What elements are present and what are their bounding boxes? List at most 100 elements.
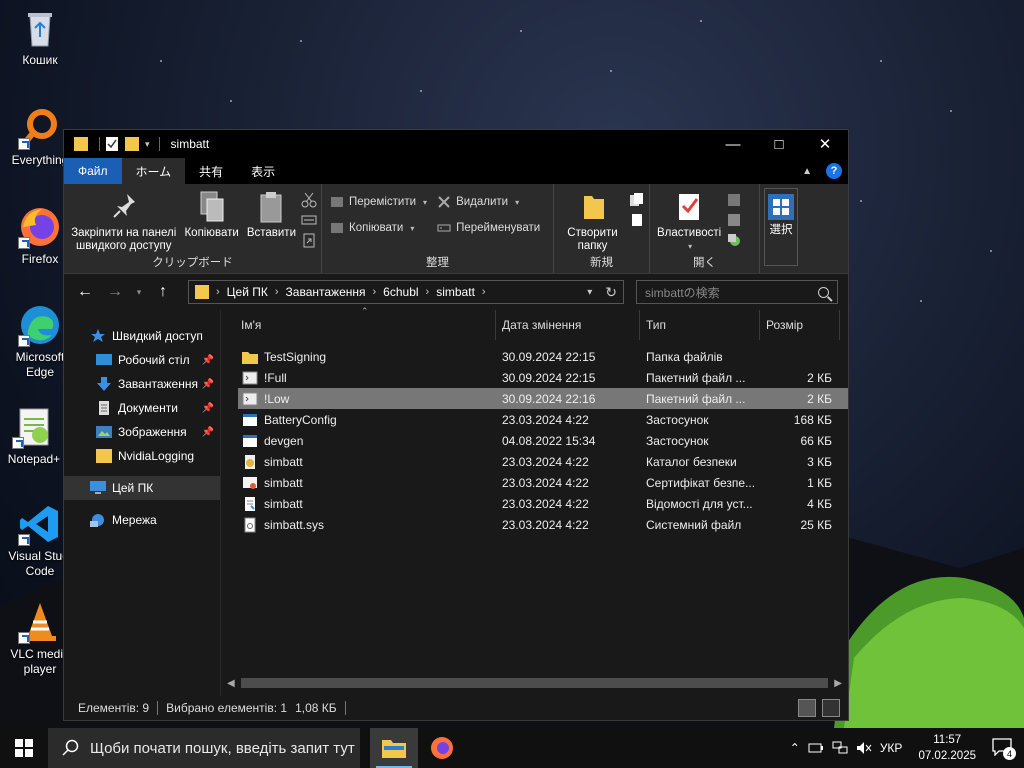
refresh-icon[interactable]: ↻ xyxy=(605,284,617,301)
address-dropdown-icon[interactable]: ▾ xyxy=(587,287,592,298)
table-row[interactable]: BatteryConfig 23.03.2024 4:22 Застосунок 16… xyxy=(238,409,848,430)
copy-button[interactable]: Копіювати xyxy=(181,188,241,242)
file-size: 3 КБ xyxy=(807,454,832,469)
breadcrumb-6chubl[interactable]: 6chubl xyxy=(383,285,418,299)
forward-button[interactable]: → xyxy=(104,283,126,301)
address-bar[interactable]: › Цей ПК › Завантаження › 6chubl › simbatt ›… xyxy=(188,280,624,304)
tab-view[interactable]: 表示 xyxy=(237,158,289,184)
file-name-cell: simbatt xyxy=(238,496,496,512)
explorer-body: Швидкий доступ Робочий стіл 📌 Завантажен… xyxy=(64,306,848,696)
move-to-button[interactable]: Перемістити ▾ xyxy=(330,192,427,212)
tab-file[interactable]: Файл xyxy=(64,158,122,184)
scroll-left-icon[interactable]: ◀ xyxy=(227,678,235,689)
table-row[interactable]: TestSigning 30.09.2024 22:15 Папка файлів xyxy=(238,346,848,367)
volume-muted-icon[interactable] xyxy=(856,741,872,755)
close-button[interactable]: ✕ xyxy=(802,130,848,158)
column-size[interactable]: Розмір xyxy=(760,310,840,340)
nav-network[interactable]: Мережа xyxy=(64,508,220,532)
nav-item-nvidialogging[interactable]: NvidiaLogging xyxy=(64,444,220,468)
nav-item-documents[interactable]: Документи 📌 xyxy=(64,396,220,420)
file-name-cell: !Low xyxy=(238,391,496,407)
copy-path-icon[interactable] xyxy=(301,212,317,228)
file-type: Пакетний файл ... xyxy=(646,370,746,385)
copy-to-button[interactable]: Копіювати ▾ xyxy=(330,218,427,238)
desktop-icon xyxy=(96,354,112,365)
edit-icon[interactable] xyxy=(726,212,742,228)
nav-item-pictures[interactable]: Зображення 📌 xyxy=(64,420,220,444)
tab-share[interactable]: 共有 xyxy=(185,158,237,184)
scroll-thumb[interactable] xyxy=(240,678,829,688)
taskbar-firefox[interactable] xyxy=(418,728,466,768)
breadcrumb-this-pc[interactable]: Цей ПК xyxy=(227,285,268,299)
table-row[interactable]: simbatt 23.03.2024 4:22 Каталог безпеки 3 К… xyxy=(238,451,848,472)
collapse-ribbon-icon[interactable]: ▲ xyxy=(802,166,812,177)
table-row[interactable]: devgen 04.08.2022 15:34 Застосунок 66 КБ xyxy=(238,430,848,451)
large-icons-view-button[interactable] xyxy=(822,699,840,717)
properties-button[interactable]: Властивості ▾ xyxy=(654,188,724,255)
show-hidden-icons[interactable]: ⌃ xyxy=(790,741,800,755)
table-row[interactable]: simbatt 23.03.2024 4:22 Відомості для уст.… xyxy=(238,493,848,514)
nav-quick-access-label: Швидкий доступ xyxy=(112,329,203,343)
file-name-cell: !Full xyxy=(238,370,496,386)
column-type[interactable]: Тип xyxy=(640,310,760,340)
select-button[interactable]: 選択 xyxy=(764,188,798,266)
quick-access-dropdown-icon[interactable]: ▾ xyxy=(145,139,150,150)
network-icon[interactable] xyxy=(832,741,848,755)
column-name[interactable]: Ім'я ⌃ xyxy=(221,306,496,340)
rename-button[interactable]: Перейменувати xyxy=(437,218,540,238)
paste-shortcut-icon[interactable] xyxy=(301,232,317,248)
pin-quick-access-button[interactable]: Закріпити на панелі швидкого доступу xyxy=(68,188,179,255)
nav-quick-access[interactable]: Швидкий доступ xyxy=(64,324,220,348)
minimize-button[interactable]: — xyxy=(710,130,756,158)
new-folder-button[interactable]: Створити папку xyxy=(558,188,627,255)
file-type: Каталог безпеки xyxy=(646,454,737,469)
up-button[interactable]: ↑ xyxy=(152,283,174,301)
table-row[interactable]: simbatt.sys 23.03.2024 4:22 Системний файл… xyxy=(238,514,848,535)
status-selected-size: 1,08 КБ xyxy=(295,701,337,715)
breadcrumb-simbatt[interactable]: simbatt xyxy=(436,285,475,299)
history-icon[interactable] xyxy=(726,232,742,248)
table-row[interactable]: !Low 30.09.2024 22:16 Пакетний файл ... 2 К… xyxy=(238,388,848,409)
battery-icon[interactable] xyxy=(808,741,824,755)
search-input[interactable]: simbattの検索 xyxy=(636,280,838,304)
cut-icon[interactable] xyxy=(301,192,317,208)
table-row[interactable]: !Full 30.09.2024 22:15 Пакетний файл ... 2 … xyxy=(238,367,848,388)
desktop-icon-recycle-bin[interactable]: Кошик xyxy=(0,6,80,68)
move-to-label: Перемістити xyxy=(349,196,417,208)
new-folder-label: Створити папку xyxy=(567,227,618,252)
file-name: BatteryConfig xyxy=(264,412,337,427)
table-row[interactable]: simbatt 23.03.2024 4:22 Сертифікат безпе..… xyxy=(238,472,848,493)
clock[interactable]: 11:57 07.02.2025 xyxy=(918,732,976,764)
file-type: Застосунок xyxy=(646,433,709,448)
scroll-right-icon[interactable]: ▶ xyxy=(834,678,842,689)
input-language[interactable]: УКР xyxy=(880,741,903,755)
column-name-label: Ім'я xyxy=(241,318,262,332)
properties-icon[interactable] xyxy=(105,136,119,152)
paste-button[interactable]: Вставити xyxy=(244,188,299,242)
open-icon[interactable] xyxy=(726,192,742,208)
tab-home[interactable]: ホーム xyxy=(121,158,186,184)
new-item-icon[interactable] xyxy=(629,192,645,208)
rename-label: Перейменувати xyxy=(456,222,541,234)
delete-button[interactable]: Видалити ▾ xyxy=(437,192,540,212)
notifications-button[interactable]: 4 xyxy=(992,738,1016,760)
taskbar-search[interactable]: Щоби почати пошук, введіть запит тут xyxy=(48,728,360,768)
new-folder-icon[interactable] xyxy=(125,136,139,152)
details-view-button[interactable] xyxy=(798,699,816,717)
nav-item-desktop[interactable]: Робочий стіл 📌 xyxy=(64,348,220,372)
nav-item-downloads[interactable]: Завантаження 📌 xyxy=(64,372,220,396)
horizontal-scrollbar[interactable]: ◀ ▶ xyxy=(227,676,842,690)
help-icon[interactable]: ? xyxy=(826,163,842,179)
back-button[interactable]: ← xyxy=(74,283,96,301)
maximize-button[interactable]: □ xyxy=(756,130,802,158)
taskbar-file-explorer[interactable] xyxy=(370,728,418,768)
breadcrumb-downloads[interactable]: Завантаження xyxy=(286,285,366,299)
open-group: Властивості ▾ 開く xyxy=(650,184,760,273)
recent-locations-button[interactable]: ▾ xyxy=(134,287,144,298)
easy-access-icon[interactable] xyxy=(629,212,645,228)
rename-icon xyxy=(437,224,451,232)
nav-this-pc[interactable]: Цей ПК xyxy=(64,476,220,500)
start-button[interactable] xyxy=(0,728,48,768)
title-bar[interactable]: ▾ simbatt — □ ✕ xyxy=(64,130,848,158)
column-date[interactable]: Дата змінення xyxy=(496,310,640,340)
